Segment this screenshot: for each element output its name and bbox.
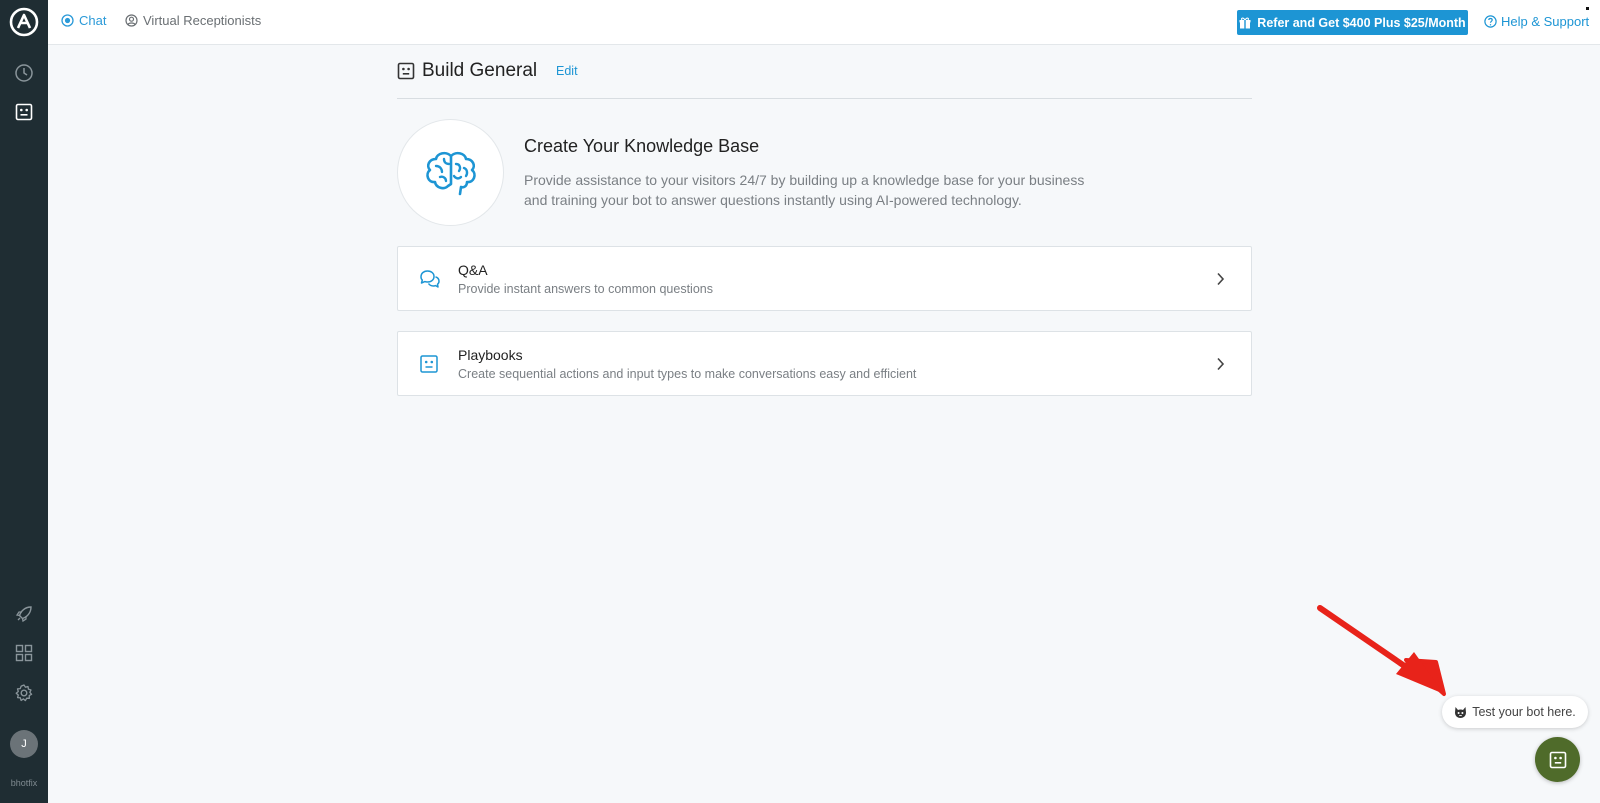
receptionist-icon [125, 14, 138, 27]
card-title: Playbooks [458, 347, 523, 363]
card-subtitle: Create sequential actions and input type… [458, 367, 917, 381]
tab-chat-label: Chat [79, 13, 107, 28]
left-sidebar: J bhotfix [0, 0, 48, 803]
chat-bubble-icon [61, 14, 74, 27]
card-title: Q&A [458, 262, 488, 278]
open-bot-button[interactable] [1535, 737, 1580, 782]
edit-link[interactable]: Edit [556, 64, 578, 78]
app-logo[interactable] [9, 7, 39, 37]
annotation-arrow [1317, 605, 1446, 696]
tab-virtual-receptionists-label: Virtual Receptionists [143, 13, 262, 28]
test-bot-bubble[interactable]: Test your bot here. [1442, 696, 1588, 728]
rocket-icon[interactable] [12, 602, 36, 626]
chat-bubbles-icon [420, 270, 440, 288]
cat-face-icon [1455, 706, 1467, 718]
tab-chat[interactable]: Chat [61, 13, 106, 28]
test-bot-label: Test your bot here. [1472, 705, 1576, 719]
chevron-right-icon [1217, 357, 1225, 371]
apps-grid-icon[interactable] [12, 641, 36, 665]
qa-card[interactable]: Q&A Provide instant answers to common qu… [397, 246, 1252, 311]
hero-title: Create Your Knowledge Base [524, 136, 760, 156]
brain-icon [425, 151, 476, 195]
hero-description-line: and training your bot to answer question… [524, 192, 1022, 208]
refer-button[interactable]: Refer and Get $400 Plus $25/Month [1237, 10, 1468, 35]
playbooks-card[interactable]: Playbooks Create sequential actions and … [397, 331, 1252, 396]
bot-icon [420, 355, 438, 373]
bot-icon [1549, 751, 1566, 768]
card-subtitle: Provide instant answers to common questi… [458, 282, 713, 296]
clock-icon[interactable] [12, 61, 36, 85]
avatar[interactable]: J [10, 730, 38, 758]
chevron-right-icon [1217, 272, 1225, 286]
bot-icon[interactable] [12, 100, 36, 124]
page-title: Build General [422, 60, 538, 81]
gear-icon[interactable] [12, 681, 36, 705]
help-circle-icon [1484, 15, 1497, 28]
username-label: bhotfix [10, 778, 38, 788]
help-support-link[interactable]: Help & Support [1484, 14, 1589, 29]
hero-description-line: Provide assistance to your visitors 24/7… [524, 172, 1085, 188]
refer-button-label: Refer and Get $400 Plus $25/Month [1257, 15, 1466, 30]
bot-icon [397, 62, 415, 80]
tab-virtual-receptionists[interactable]: Virtual Receptionists [125, 13, 261, 28]
knowledge-base-illustration [397, 119, 504, 226]
gift-icon [1239, 17, 1251, 28]
top-bar: Chat Virtual Receptionists Refer and Get… [48, 0, 1600, 45]
page-header: Build General Edit [397, 45, 1252, 99]
corner-marker [1586, 7, 1589, 10]
hero-description: Provide assistance to your visitors 24/7… [524, 170, 1114, 210]
help-support-label: Help & Support [1501, 14, 1590, 29]
